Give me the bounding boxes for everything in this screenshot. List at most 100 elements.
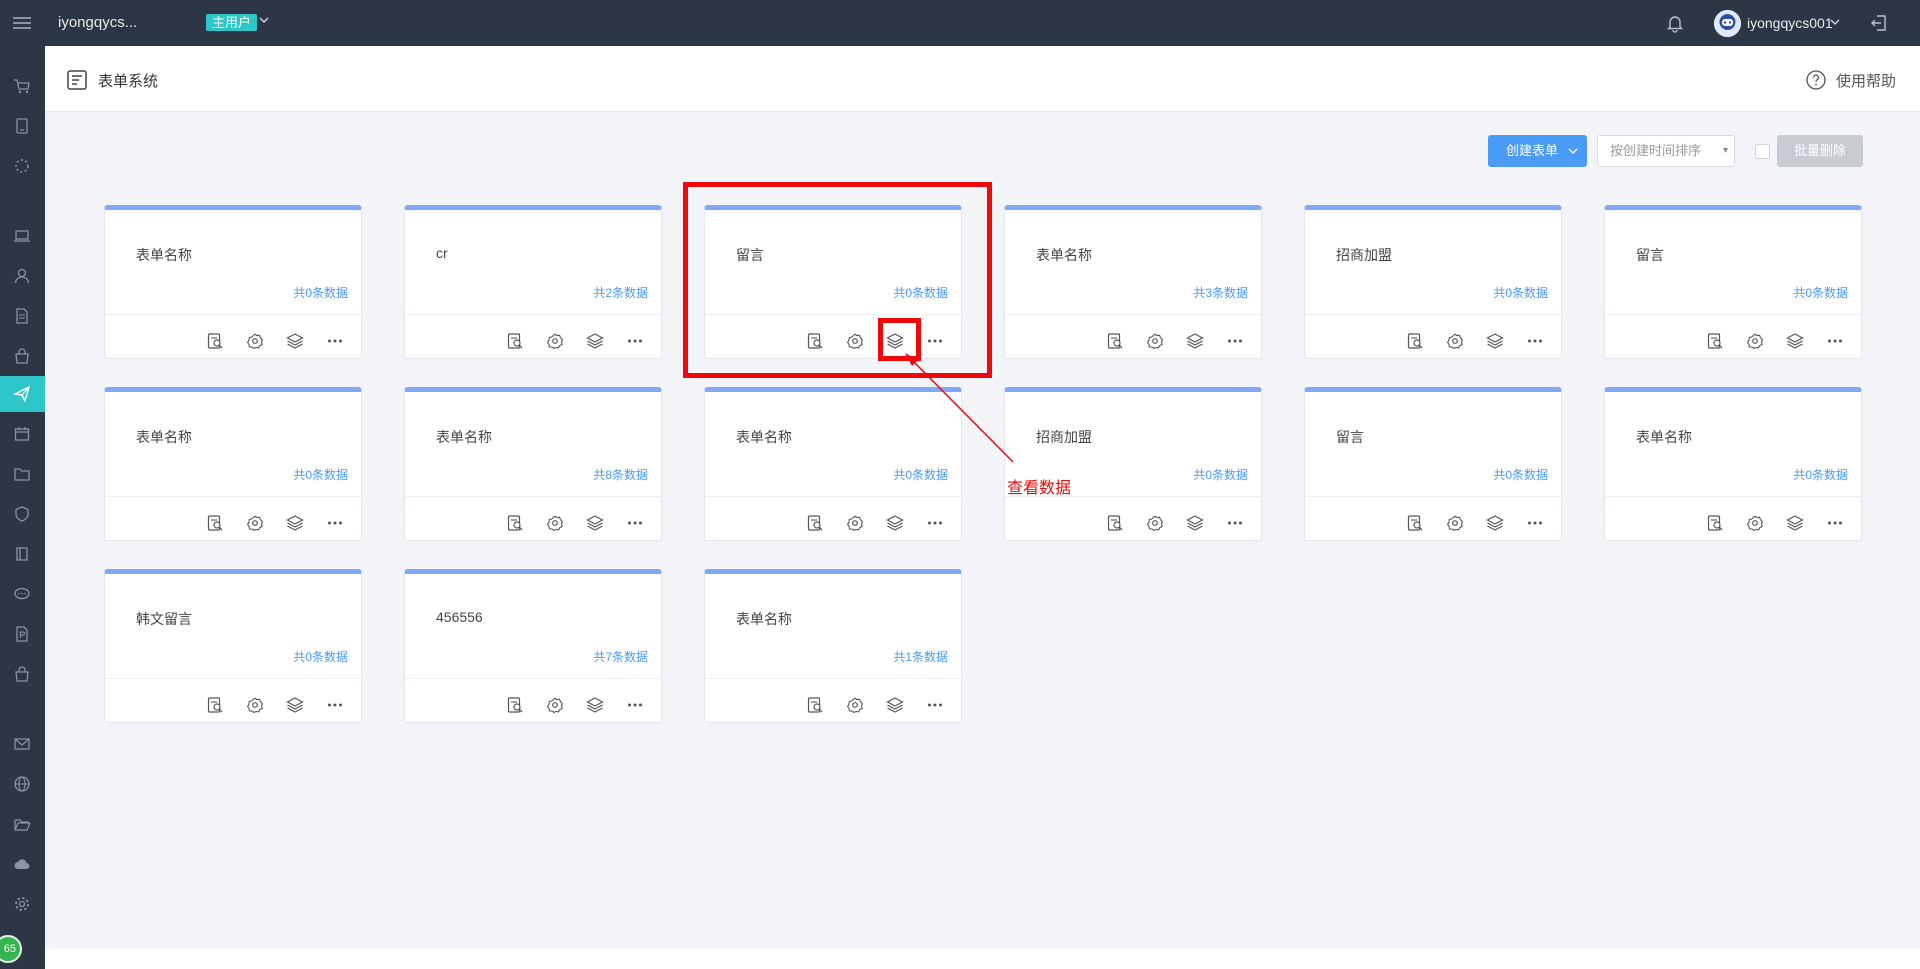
more-icon[interactable] <box>926 514 944 532</box>
more-icon[interactable] <box>326 514 344 532</box>
create-form-button[interactable]: 创建表单 <box>1488 135 1587 167</box>
chevron-down-icon[interactable] <box>1830 17 1840 27</box>
sidebar-item-calendar[interactable] <box>0 416 45 452</box>
view-data-icon[interactable] <box>586 696 604 714</box>
preview-icon[interactable] <box>1406 332 1424 350</box>
settings-icon[interactable] <box>1146 514 1164 532</box>
data-count[interactable]: 共0条数据 <box>293 648 348 665</box>
avatar[interactable] <box>1714 10 1741 37</box>
view-data-icon[interactable] <box>586 332 604 350</box>
more-icon[interactable] <box>1526 514 1544 532</box>
form-name[interactable]: 456556 <box>436 609 483 625</box>
settings-icon[interactable] <box>546 514 564 532</box>
data-count[interactable]: 共0条数据 <box>1493 284 1548 301</box>
settings-icon[interactable] <box>1446 514 1464 532</box>
view-data-icon[interactable] <box>286 696 304 714</box>
preview-icon[interactable] <box>206 514 224 532</box>
help-link[interactable]: 使用帮助 <box>1836 70 1896 91</box>
settings-icon[interactable] <box>846 514 864 532</box>
sidebar-item-send[interactable] <box>0 376 45 412</box>
data-count[interactable]: 共0条数据 <box>293 284 348 301</box>
view-data-icon[interactable] <box>1486 332 1504 350</box>
help-icon[interactable] <box>1805 69 1827 91</box>
more-icon[interactable] <box>1826 514 1844 532</box>
more-icon[interactable] <box>926 696 944 714</box>
form-name[interactable]: 表单名称 <box>136 245 192 265</box>
form-card[interactable]: 留言共0条数据 <box>1604 205 1862 359</box>
form-name[interactable]: 招商加盟 <box>1336 245 1392 265</box>
sort-select[interactable]: 按创建时间排序 ▾ <box>1597 135 1735 167</box>
preview-icon[interactable] <box>506 696 524 714</box>
more-icon[interactable] <box>626 514 644 532</box>
data-count[interactable]: 共0条数据 <box>1193 466 1248 483</box>
more-icon[interactable] <box>326 696 344 714</box>
more-icon[interactable] <box>626 696 644 714</box>
data-count[interactable]: 共0条数据 <box>1793 284 1848 301</box>
form-card[interactable]: 456556 共7条数据 <box>404 569 662 723</box>
role-badge[interactable]: 主用户 <box>206 14 258 31</box>
form-name[interactable]: 留言 <box>1636 245 1664 265</box>
form-card[interactable]: 表单名称 共8条数据 <box>404 387 662 541</box>
settings-icon[interactable] <box>846 696 864 714</box>
data-count[interactable]: 共8条数据 <box>593 466 648 483</box>
preview-icon[interactable] <box>806 696 824 714</box>
form-name[interactable]: cr <box>436 245 448 261</box>
preview-icon[interactable] <box>806 514 824 532</box>
preview-icon[interactable] <box>506 332 524 350</box>
sidebar-item-book[interactable] <box>0 536 45 572</box>
view-data-icon[interactable] <box>586 514 604 532</box>
sidebar-item-open-folder[interactable] <box>0 806 45 842</box>
sidebar-item-cloud[interactable] <box>0 846 45 882</box>
settings-icon[interactable] <box>246 332 264 350</box>
sidebar-item-shield[interactable] <box>0 496 45 532</box>
sidebar-item-file-p[interactable] <box>0 616 45 652</box>
form-name[interactable]: 表单名称 <box>1636 427 1692 447</box>
form-card[interactable]: 招商加盟共0条数据 <box>1004 387 1262 541</box>
form-card[interactable]: 韩文留言共0条数据 <box>104 569 362 723</box>
settings-icon[interactable] <box>546 332 564 350</box>
view-data-icon[interactable] <box>886 696 904 714</box>
sidebar-item-document[interactable] <box>0 298 45 334</box>
sidebar-item-loading[interactable] <box>0 148 45 184</box>
data-count[interactable]: 共0条数据 <box>1793 466 1848 483</box>
bell-icon[interactable] <box>1665 13 1685 33</box>
form-card[interactable]: 表单名称共0条数据 <box>104 387 362 541</box>
sidebar-item-bag[interactable] <box>0 338 45 374</box>
settings-icon[interactable] <box>246 514 264 532</box>
username[interactable]: iyongqycs001 <box>1747 15 1833 31</box>
sidebar-item-chat[interactable] <box>0 576 45 612</box>
settings-icon[interactable] <box>1446 332 1464 350</box>
settings-icon[interactable] <box>246 696 264 714</box>
batch-delete-button[interactable]: 批量删除 <box>1777 135 1863 167</box>
settings-icon[interactable] <box>546 696 564 714</box>
more-icon[interactable] <box>1226 332 1244 350</box>
app-name[interactable]: iyongqycs... <box>58 14 137 31</box>
more-icon[interactable] <box>1526 332 1544 350</box>
data-count[interactable]: 共0条数据 <box>293 466 348 483</box>
more-icon[interactable] <box>1826 332 1844 350</box>
sidebar-item-user[interactable] <box>0 258 45 294</box>
form-name[interactable]: 表单名称 <box>136 427 192 447</box>
form-card[interactable]: 招商加盟共0条数据 <box>1304 205 1562 359</box>
more-icon[interactable] <box>326 332 344 350</box>
form-name[interactable]: 韩文留言 <box>136 609 192 629</box>
preview-icon[interactable] <box>1706 514 1724 532</box>
preview-icon[interactable] <box>506 514 524 532</box>
data-count[interactable]: 共2条数据 <box>593 284 648 301</box>
view-data-icon[interactable] <box>1186 332 1204 350</box>
preview-icon[interactable] <box>1706 332 1724 350</box>
preview-icon[interactable] <box>1106 332 1124 350</box>
view-data-icon[interactable] <box>886 514 904 532</box>
sidebar-item-laptop[interactable] <box>0 218 45 254</box>
data-count[interactable]: 共1条数据 <box>893 648 948 665</box>
form-card[interactable]: 表单名称共0条数据 <box>1604 387 1862 541</box>
form-name[interactable]: 招商加盟 <box>1036 427 1092 447</box>
menu-icon[interactable] <box>11 13 33 33</box>
settings-icon[interactable] <box>1746 514 1764 532</box>
data-count[interactable]: 共0条数据 <box>1493 466 1548 483</box>
view-data-icon[interactable] <box>286 332 304 350</box>
view-data-icon[interactable] <box>1486 514 1504 532</box>
form-name[interactable]: 表单名称 <box>1036 245 1092 265</box>
data-count[interactable]: 共7条数据 <box>593 648 648 665</box>
sidebar-item-cart[interactable] <box>0 68 45 104</box>
